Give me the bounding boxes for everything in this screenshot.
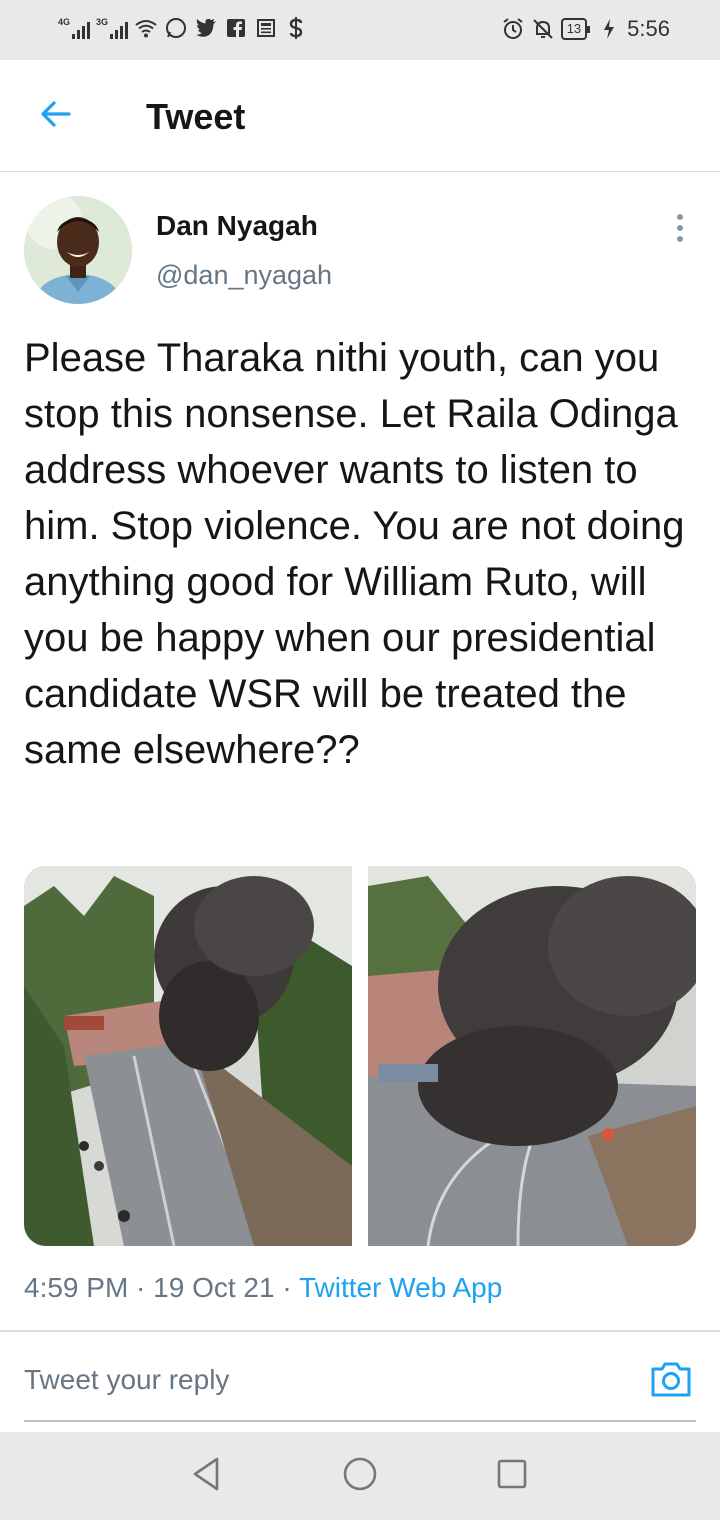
wifi-icon <box>134 16 158 40</box>
tweet-source-link[interactable]: Twitter Web App <box>299 1272 502 1303</box>
more-options-button[interactable] <box>668 210 692 246</box>
page-title: Tweet <box>146 96 246 137</box>
signal-icon: 4G <box>58 17 90 39</box>
arrow-left-icon <box>38 96 74 137</box>
status-time: 5:56 <box>627 16 670 41</box>
alarm-icon <box>501 17 525 41</box>
meta-separator: · <box>274 1272 299 1303</box>
camera-icon <box>649 1359 693 1404</box>
triangle-back-icon <box>190 1456 222 1497</box>
system-nav-bar <box>0 1432 720 1520</box>
network-type-2: 3G <box>96 17 109 27</box>
signal-icon-2: 3G <box>96 17 128 39</box>
status-right: 13 5:56 <box>501 16 670 42</box>
author-handle[interactable]: @dan_nyagah <box>156 260 332 291</box>
circle-home-icon <box>342 1456 378 1497</box>
dollar-icon <box>284 16 308 40</box>
reply-input-underline <box>24 1420 696 1422</box>
tweet-photo-2[interactable] <box>368 866 696 1246</box>
status-bar: 4G 3G 13 5:56 <box>0 0 720 60</box>
avatar[interactable] <box>24 196 132 304</box>
status-left: 4G 3G <box>58 16 308 40</box>
network-type-1: 4G <box>58 17 71 27</box>
tweet-media <box>24 866 696 1246</box>
whatsapp-icon <box>164 16 188 40</box>
tweet-text: Please Tharaka nithi youth, can you stop… <box>24 336 685 772</box>
nav-back-button[interactable] <box>184 1454 228 1498</box>
tweet-photo-1[interactable] <box>24 866 352 1246</box>
meta-separator: · <box>128 1272 154 1303</box>
twitter-icon <box>194 16 218 40</box>
nav-recents-button[interactable] <box>490 1454 534 1498</box>
back-button[interactable] <box>30 90 82 142</box>
tweet-date: 19 Oct 21 <box>153 1272 275 1303</box>
more-vertical-icon <box>677 214 683 220</box>
author-name[interactable]: Dan Nyagah <box>156 210 318 242</box>
reply-input[interactable]: Tweet your reply <box>24 1364 229 1396</box>
battery-icon: 13 <box>560 18 591 40</box>
facebook-icon <box>224 16 248 40</box>
top-app-bar: Tweet <box>0 60 720 172</box>
square-recents-icon <box>496 1458 528 1495</box>
news-icon <box>254 16 278 40</box>
mute-icon <box>531 17 555 41</box>
charging-icon <box>597 17 621 41</box>
tweet-time: 4:59 PM <box>24 1272 129 1303</box>
camera-button[interactable] <box>648 1358 694 1404</box>
tweet-meta: 4:59 PM · 19 Oct 21 · Twitter Web App <box>24 1272 502 1304</box>
nav-home-button[interactable] <box>338 1454 382 1498</box>
reply-bar: Tweet your reply <box>0 1332 720 1428</box>
